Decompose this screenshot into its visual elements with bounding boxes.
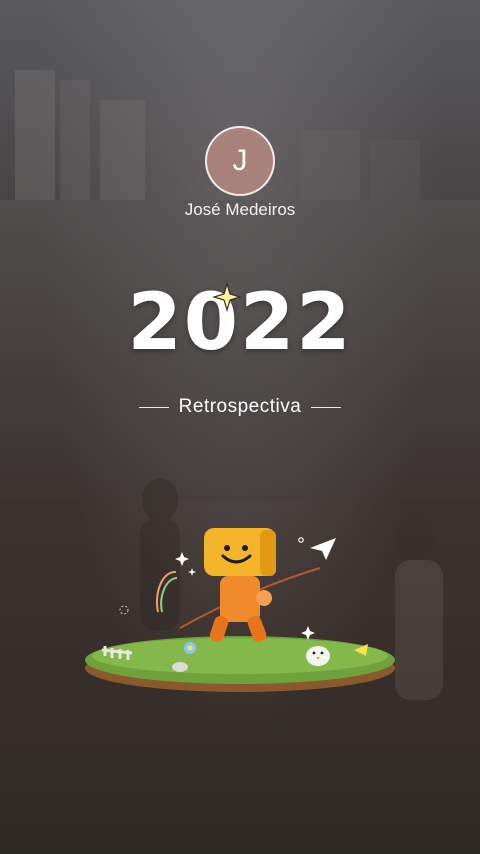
sparkle-icon [212, 282, 242, 312]
avatar[interactable]: J [205, 126, 275, 196]
user-name: José Medeiros [184, 200, 296, 219]
divider-left [138, 406, 169, 408]
subtitle: Retrospectiva [178, 396, 302, 417]
subtitle-row: Retrospectiva [0, 396, 480, 418]
divider-right [311, 406, 342, 408]
avatar-initial: J [232, 144, 248, 177]
mascot-on-grass-island-icon [85, 528, 395, 692]
